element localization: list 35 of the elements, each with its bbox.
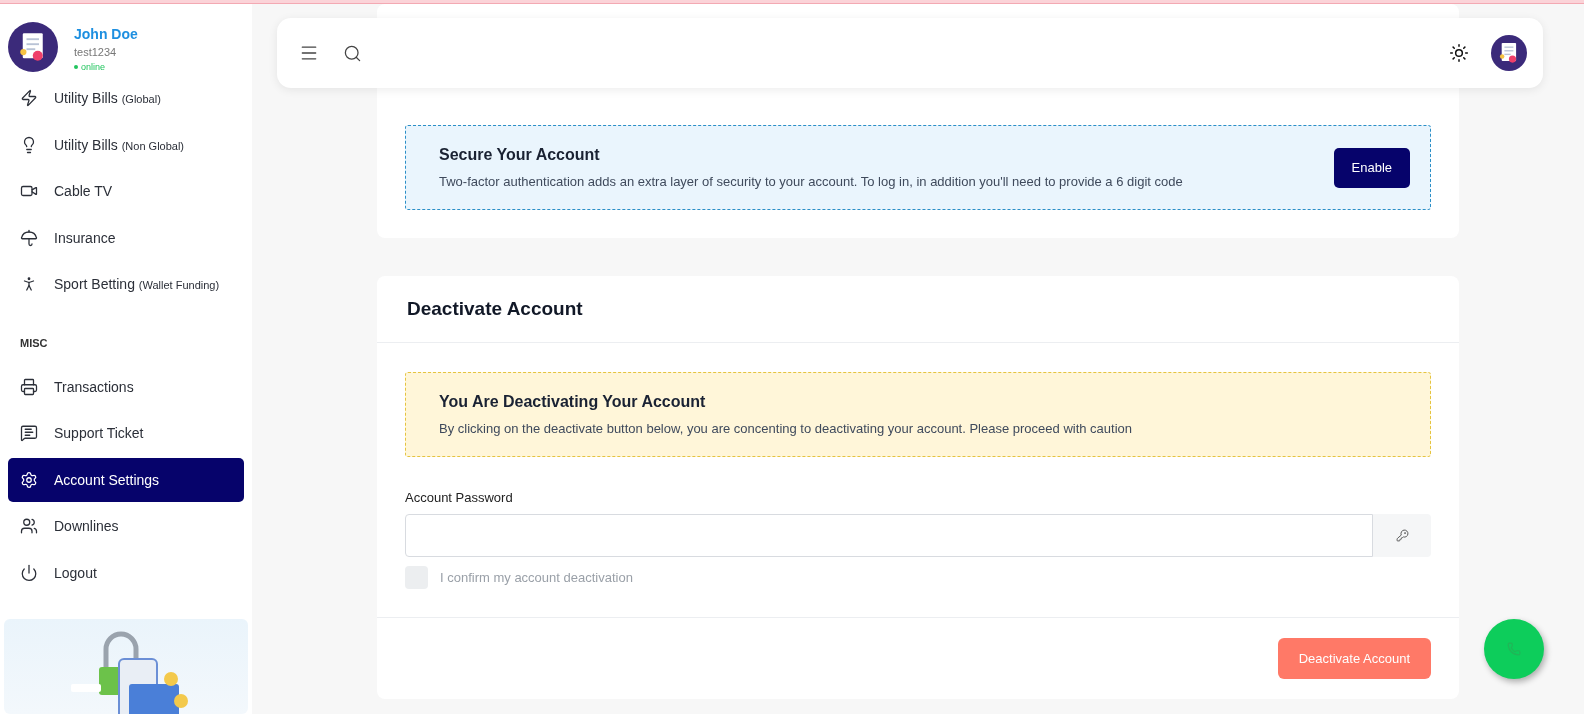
- sidebar-item[interactable]: Downlines: [8, 504, 244, 549]
- phone-icon: [1507, 642, 1521, 656]
- power-icon: [20, 563, 38, 582]
- username: test1234: [74, 46, 118, 58]
- sidebar-item[interactable]: Transactions: [8, 364, 244, 409]
- receipt-icon: [1499, 42, 1519, 64]
- sidebar-item[interactable]: Cable TV: [8, 169, 244, 214]
- lightning-icon: [20, 89, 38, 108]
- chat-icon: [20, 424, 38, 443]
- user-name: John Doe: [74, 26, 138, 42]
- section-heading: MISC: [19, 335, 49, 351]
- checkbox-label: I confirm my account deactivation: [440, 570, 633, 585]
- sidebar-item[interactable]: Support Ticket: [8, 411, 244, 456]
- sidebar-item[interactable]: Utility Bills (Non Global): [8, 122, 244, 167]
- sidebar-item[interactable]: Utility Bills (Global): [8, 76, 244, 121]
- sidebar-item[interactable]: Insurance: [8, 215, 244, 260]
- password-field[interactable]: [405, 514, 1373, 557]
- field-label: Account Password: [405, 490, 514, 505]
- umbrella-icon: [20, 228, 38, 247]
- warning-title: You Are Deactivating Your Account: [439, 393, 707, 411]
- sidebar-item[interactable]: Logout: [8, 550, 244, 595]
- printer-icon: [20, 377, 38, 396]
- sidebar-item[interactable]: Sport Betting (Wallet Funding): [8, 262, 244, 307]
- sun-icon[interactable]: [1447, 41, 1471, 65]
- warning-text: By clicking on the deactivate button below, you are concenting to deactivating your account. Please proceed with caution: [439, 421, 1133, 436]
- settings-icon: [20, 470, 38, 489]
- notice-text: Two-factor authentication adds an extra layer of security to your account. To log in, in addition you'll need to provide a 6 digit code: [439, 174, 1183, 189]
- key-icon: [1395, 529, 1409, 542]
- users-icon: [20, 517, 38, 536]
- online-status: online: [74, 62, 138, 72]
- sidebar-item[interactable]: Account Settings: [8, 457, 244, 502]
- card-title: Deactivate Account: [407, 298, 584, 320]
- notice-title: Secure Your Account: [439, 146, 601, 164]
- enable-button[interactable]: Enable: [1333, 147, 1410, 188]
- user-avatar[interactable]: [1491, 35, 1527, 71]
